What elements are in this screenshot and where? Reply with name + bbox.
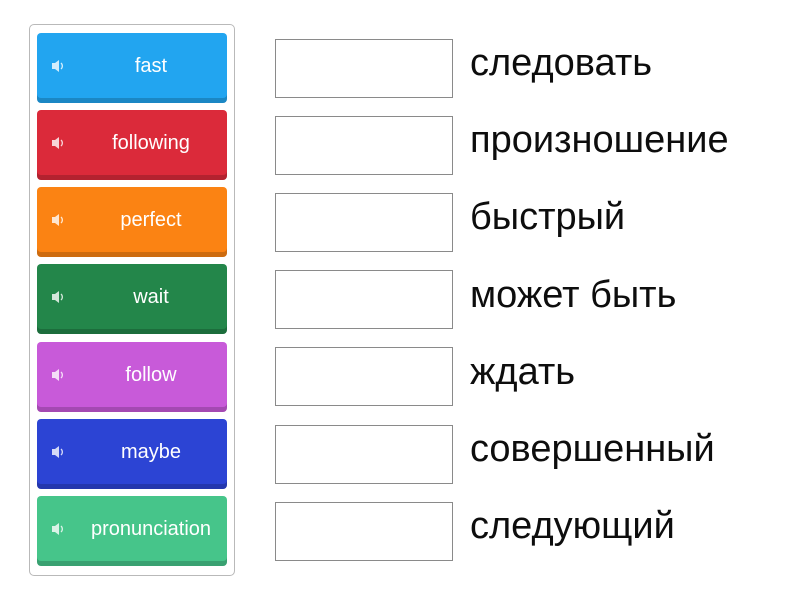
target-word-5: ждать: [470, 351, 576, 393]
word-card-maybe[interactable]: maybe: [37, 419, 227, 489]
drop-slot-1[interactable]: [275, 39, 453, 98]
word-card-fast[interactable]: fast: [37, 33, 227, 103]
word-card-following[interactable]: following: [37, 110, 227, 180]
speaker-icon[interactable]: [51, 521, 67, 537]
drop-slot-7[interactable]: [275, 502, 453, 561]
word-card-label: wait: [133, 285, 169, 308]
target-word-4: может быть: [470, 274, 677, 316]
drop-slot-3[interactable]: [275, 193, 453, 252]
drop-slot-2[interactable]: [275, 116, 453, 175]
word-card-follow[interactable]: follow: [37, 342, 227, 412]
word-card-wait[interactable]: wait: [37, 264, 227, 334]
word-card-label: pronunciation: [90, 517, 212, 540]
word-card-label: maybe: [120, 440, 182, 463]
word-card-perfect[interactable]: perfect: [37, 187, 227, 257]
speaker-icon[interactable]: [51, 135, 67, 151]
word-card-label: follow: [125, 363, 177, 386]
target-word-2: произношение: [470, 119, 729, 161]
word-card-pronunciation[interactable]: pronunciation: [37, 496, 227, 566]
speaker-icon[interactable]: [51, 367, 67, 383]
speaker-icon[interactable]: [51, 58, 67, 74]
drop-slot-6[interactable]: [275, 425, 453, 484]
drop-slot-4[interactable]: [275, 270, 453, 329]
target-word-1: следовать: [470, 42, 653, 84]
speaker-icon[interactable]: [51, 212, 67, 228]
target-word-3: быстрый: [470, 196, 626, 238]
drop-slot-5[interactable]: [275, 347, 453, 406]
target-word-6: совершенный: [470, 428, 715, 470]
word-card-label: fast: [134, 54, 168, 77]
speaker-icon[interactable]: [51, 444, 67, 460]
word-card-label: following: [112, 131, 190, 154]
speaker-icon[interactable]: [51, 289, 67, 305]
target-word-7: следующий: [470, 505, 675, 547]
word-card-label: perfect: [120, 208, 182, 231]
